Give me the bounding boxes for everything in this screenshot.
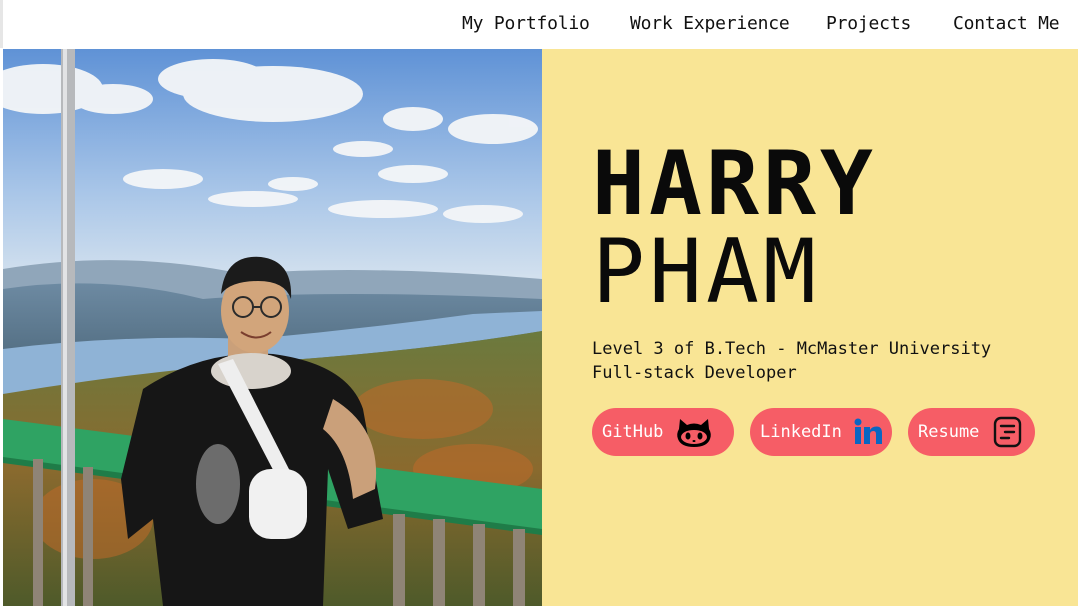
- linkedin-button[interactable]: LinkedIn: [750, 408, 892, 456]
- resume-icon: [990, 415, 1026, 449]
- resume-button-label: Resume: [918, 422, 980, 442]
- last-name-heading: PHAM: [592, 220, 820, 323]
- resume-button[interactable]: Resume: [908, 408, 1035, 456]
- github-icon: [676, 415, 712, 449]
- nav-contact-me[interactable]: Contact Me: [953, 12, 1060, 36]
- nav-work-experience[interactable]: Work Experience: [630, 12, 790, 36]
- github-button-label: GitHub: [602, 422, 664, 442]
- hero-text-panel: HARRY PHAM Level 3 of B.Tech - McMaster …: [542, 49, 1078, 606]
- top-navbar: My Portfolio Work Experience Projects Co…: [0, 0, 1078, 48]
- tagline-education: Level 3 of B.Tech - McMaster University: [592, 339, 992, 359]
- linkedin-icon: [850, 415, 886, 449]
- first-name-heading: HARRY: [592, 132, 877, 235]
- tagline-role: Full-stack Developer: [592, 363, 797, 383]
- portfolio-page: My Portfolio Work Experience Projects Co…: [0, 0, 1078, 606]
- profile-photo: [3, 49, 542, 606]
- github-button[interactable]: GitHub: [592, 408, 734, 456]
- linkedin-button-label: LinkedIn: [760, 422, 842, 442]
- nav-projects[interactable]: Projects: [826, 12, 911, 36]
- nav-my-portfolio[interactable]: My Portfolio: [462, 12, 590, 36]
